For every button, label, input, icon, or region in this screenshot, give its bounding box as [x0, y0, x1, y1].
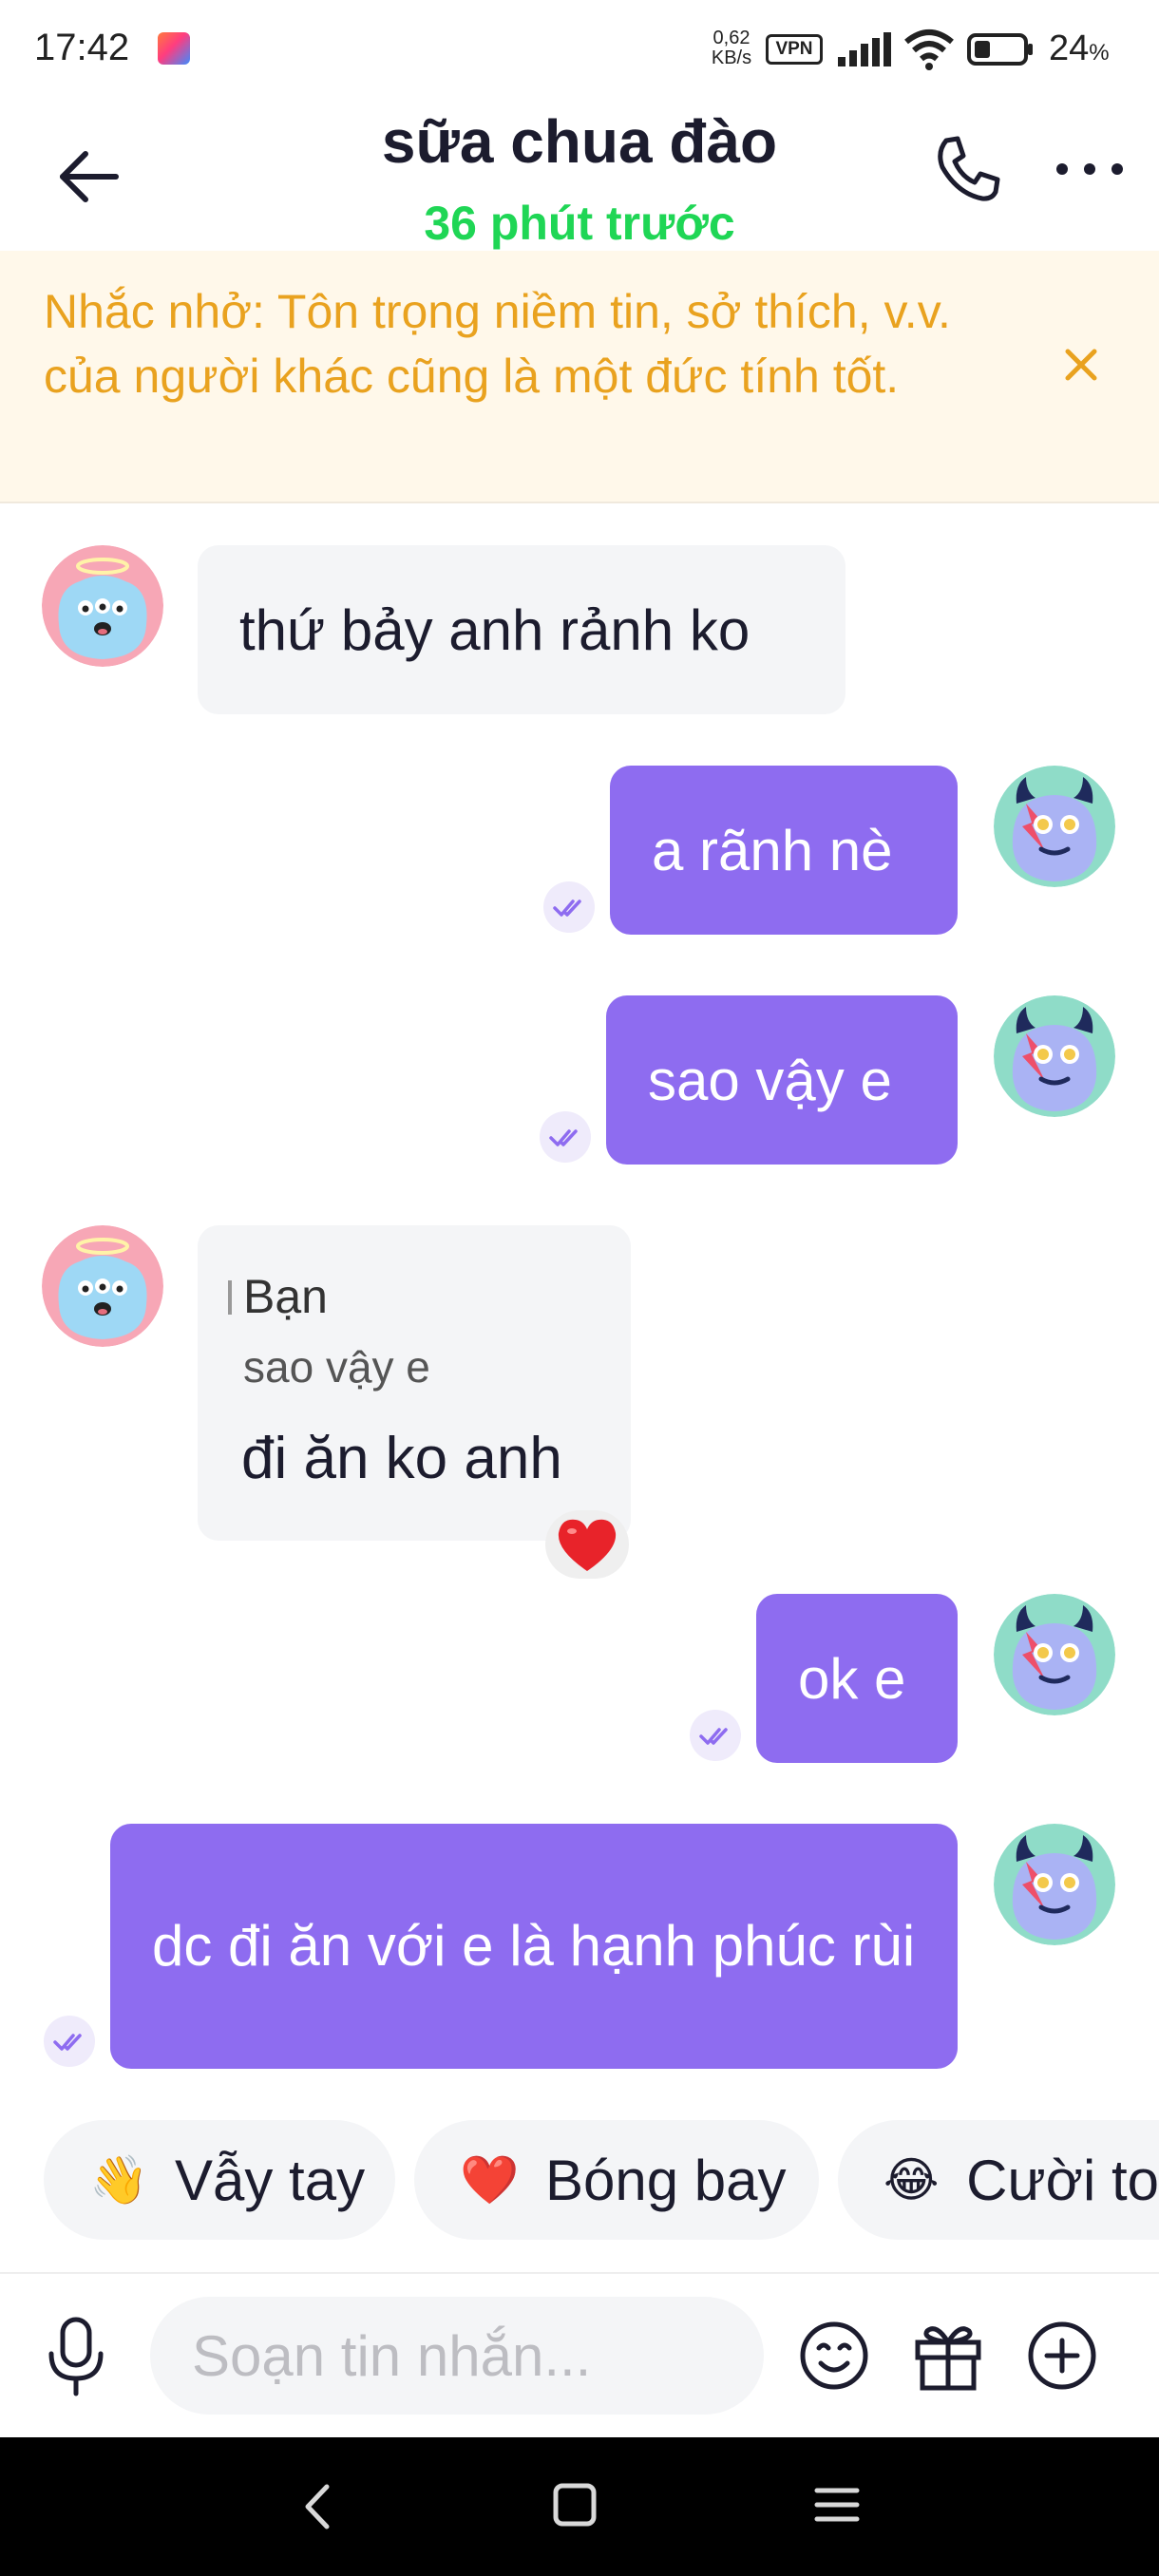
nav-menu-button[interactable]	[804, 2472, 870, 2538]
heart-icon: ❤️	[460, 2152, 520, 2207]
contact-name[interactable]: sữa chua đào	[294, 106, 864, 177]
gift-icon	[915, 2326, 981, 2391]
menu-icon	[814, 2488, 860, 2522]
message-bubble-outgoing[interactable]: a rãnh nè	[610, 766, 958, 935]
message-bubble-outgoing[interactable]: dc đi ăn với e là hạnh phúc rùi	[110, 1824, 958, 2069]
double-check-icon	[549, 1129, 578, 1146]
more-actions-button[interactable]	[1024, 2318, 1100, 2394]
network-speed-value: 0,62	[712, 28, 750, 48]
message-text: a rãnh nè	[652, 818, 893, 882]
reminder-banner: Nhắc nhở: Tôn trọng niềm tin, sở thích, …	[0, 251, 1159, 503]
quick-reply-balloon[interactable]: ❤️ Bóng bay	[414, 2120, 819, 2240]
message-bubble-incoming[interactable]: thứ bảy anh rảnh ko	[198, 545, 846, 714]
my-avatar[interactable]	[994, 766, 1115, 887]
close-icon	[1065, 349, 1097, 381]
quote-sender: Bạn	[243, 1270, 328, 1323]
phone-icon	[938, 136, 1000, 201]
quick-reply-wave[interactable]: 👋 Vẫy tay	[44, 2120, 395, 2240]
message-text: thứ bảy anh rảnh ko	[239, 597, 750, 662]
double-check-icon	[553, 900, 581, 917]
square-icon	[553, 2483, 597, 2527]
microphone-icon	[48, 2317, 104, 2396]
contact-avatar[interactable]	[42, 1225, 163, 1347]
wifi-icon	[904, 29, 954, 70]
more-options-button[interactable]	[1047, 131, 1132, 207]
nav-home-button[interactable]	[542, 2472, 608, 2538]
status-time: 17:42	[34, 27, 130, 68]
message-text: sao vậy e	[648, 1048, 892, 1112]
battery-percent: 24%	[1049, 28, 1110, 69]
arrow-left-icon	[60, 151, 119, 202]
vpn-icon: VPN	[766, 34, 823, 65]
status-bar: 17:42 0,62 KB/s VPN 24%	[0, 0, 1159, 95]
read-status	[540, 1111, 591, 1163]
last-seen-status: 36 phút trước	[424, 197, 735, 250]
wave-icon: 👋	[89, 2152, 149, 2207]
reminder-close-button[interactable]	[1053, 336, 1110, 393]
double-check-icon	[53, 2034, 82, 2051]
battery-percent-unit: %	[1089, 40, 1110, 66]
laugh-icon: 😂	[884, 2153, 940, 2207]
my-avatar[interactable]	[994, 1824, 1115, 1945]
double-check-icon	[699, 1728, 728, 1745]
read-status	[690, 1710, 741, 1761]
reminder-text: Nhắc nhở: Tôn trọng niềm tin, sở thích, …	[44, 285, 951, 403]
quick-reply-laugh[interactable]: 😂 Cười to	[838, 2120, 1159, 2240]
message-input[interactable]	[150, 2297, 764, 2415]
back-button[interactable]	[53, 139, 129, 215]
network-speed: 0,62 KB/s	[705, 28, 758, 68]
voice-message-button[interactable]	[38, 2314, 114, 2399]
quote-text: sao vậy e	[243, 1342, 430, 1392]
read-status	[44, 2016, 95, 2067]
reaction-badge[interactable]	[545, 1510, 629, 1579]
quick-reply-label: Vẫy tay	[175, 2148, 366, 2212]
quick-reply-label: Cười to	[966, 2148, 1159, 2212]
message-text: đi ăn ko anh	[241, 1426, 562, 1491]
emoji-button[interactable]	[796, 2318, 872, 2394]
nav-back-button[interactable]	[285, 2473, 352, 2540]
chat-header: sữa chua đào 36 phút trước	[0, 95, 1159, 251]
gift-button[interactable]	[910, 2318, 986, 2394]
heart-icon	[558, 1519, 617, 1571]
chevron-left-icon	[305, 2484, 330, 2529]
quote-bar	[228, 1280, 232, 1315]
message-bubble-outgoing[interactable]: ok e	[756, 1594, 958, 1763]
input-divider	[0, 2272, 1159, 2274]
read-status	[543, 881, 595, 933]
app-notification-icon	[158, 32, 190, 65]
emoji-icon	[800, 2321, 868, 2390]
quick-reply-label: Bóng bay	[545, 2148, 787, 2212]
call-button[interactable]	[929, 131, 1005, 207]
message-text: ok e	[798, 1646, 906, 1711]
signal-icon	[838, 32, 891, 66]
more-horizontal-icon	[1056, 163, 1123, 175]
network-speed-unit: KB/s	[711, 47, 752, 68]
battery-icon	[967, 33, 1033, 66]
plus-circle-icon	[1028, 2321, 1096, 2390]
system-nav-bar	[0, 2437, 1159, 2576]
message-bubble-outgoing[interactable]: sao vậy e	[606, 995, 958, 1165]
contact-avatar[interactable]	[42, 545, 163, 667]
message-text: dc đi ăn với e là hạnh phúc rùi	[152, 1914, 916, 1978]
battery-percent-value: 24	[1049, 28, 1090, 68]
my-avatar[interactable]	[994, 1594, 1115, 1715]
my-avatar[interactable]	[994, 995, 1115, 1117]
